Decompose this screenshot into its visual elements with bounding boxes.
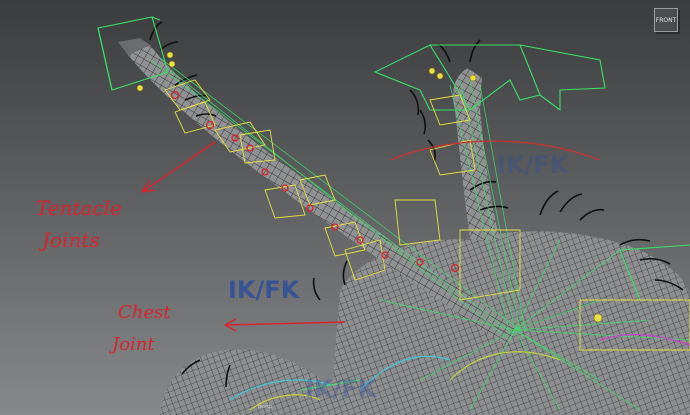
annotation-chest-line1: Chest [118,302,171,323]
annotation-ikfk-faded-bottom: IK/FK [305,375,377,403]
annotation-tentacle-joints: Tentacle Joints [36,192,146,256]
annotation-ikfk-faded: IK/FK [497,151,569,179]
annotation-ikfk: IK/FK [228,276,300,304]
viewport-camera-label: persp [258,404,273,410]
3d-viewport[interactable]: FRONT Tentacle Joints Chest Joint IK/FK … [0,0,690,415]
viewcube-label: FRONT [655,16,677,24]
annotation-tentacle-line1: Tentacle [36,196,122,220]
annotation-chest-line2: Joint [112,334,155,355]
viewcube[interactable]: FRONT [654,8,678,32]
annotation-chest-joint: Chest Joint [112,297,212,361]
annotation-tentacle-line2: Joints [42,228,100,252]
